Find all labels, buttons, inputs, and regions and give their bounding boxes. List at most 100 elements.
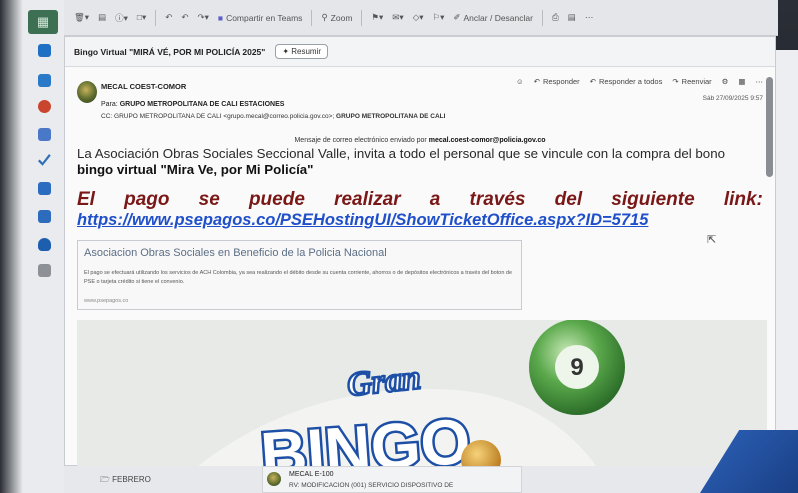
- mouse-cursor-icon: ⇱: [707, 234, 717, 246]
- bingo-banner-image: 9 Gran BINGO: [77, 320, 767, 467]
- cc-name[interactable]: GRUPO METROPOLITANA DE CALI: [336, 113, 445, 120]
- calendar-icon[interactable]: [38, 74, 51, 87]
- reply-all-icon[interactable]: ↶: [181, 12, 188, 23]
- categorize-icon[interactable]: ◇▾: [413, 12, 424, 23]
- cc-row: CC: GRUPO METROPOLITANA DE CALI <grupo.m…: [101, 113, 445, 120]
- toolbar-divider: [541, 9, 543, 26]
- bingo-banner-art: 9 Gran BINGO: [77, 320, 767, 467]
- preview-url: www.psepagos.co: [84, 298, 129, 304]
- message-actions: ☺ ↶ Responder ↶ Responder a todos ↷ Reenvia…: [516, 77, 763, 86]
- forward-arrow-icon: ↷: [672, 77, 679, 86]
- cc-address[interactable]: GRUPO METROPOLITANA DE CALI <grupo.mecal…: [114, 113, 334, 120]
- tag-icon[interactable]: ⚑▾: [371, 12, 383, 23]
- pin-button[interactable]: ✐ Anclar / Desanclar: [453, 12, 533, 23]
- payment-word: puede: [248, 189, 305, 210]
- payment-link[interactable]: https://www.psepagos.co/PSEHostingUI/Sho…: [77, 211, 648, 230]
- more-icon[interactable]: ⋯: [585, 12, 594, 23]
- forward-icon[interactable]: ↷▾: [198, 12, 209, 23]
- body-text: La Asociación Obras Sociales Seccional V…: [77, 146, 725, 161]
- to-row: Para: GRUPO METROPOLITANA DE CALI ESTACI…: [101, 101, 284, 108]
- sender-avatar[interactable]: [77, 81, 97, 103]
- emoji-icon[interactable]: ☺: [516, 77, 524, 86]
- archive-icon[interactable]: ▤: [98, 12, 106, 23]
- subject-bar: Bingo Virtual "MIRÁ VÉ, POR MI POLICÍA 2…: [65, 37, 775, 67]
- zoom-icon: ⚲: [321, 12, 328, 22]
- pin-icon: ✐: [453, 12, 461, 22]
- people-icon[interactable]: [38, 100, 51, 113]
- reply-icon[interactable]: ↶: [165, 12, 172, 23]
- teams-share-label: Compartir en Teams: [226, 12, 303, 23]
- zoom-button[interactable]: ⚲ Zoom: [321, 12, 352, 23]
- payment-word: pago: [124, 189, 170, 210]
- email-header: MECAL COEST-COMOR Para: GRUPO METROPOLIT…: [65, 67, 775, 137]
- list-item-preview: RV: MODIFICACION (001) SERVICIO DISPOSIT…: [289, 482, 454, 489]
- delete-icon[interactable]: 🗑▾: [74, 12, 89, 23]
- summarize-label: Resumir: [291, 47, 322, 56]
- view-icon[interactable]: ▤: [568, 12, 576, 23]
- email-date: Sáb 27/09/2025 9:57: [702, 95, 763, 102]
- sender-avatar: [267, 472, 281, 486]
- zoom-label: Zoom: [330, 12, 353, 23]
- summarize-button[interactable]: ✦ Resumir: [275, 44, 329, 59]
- link-preview-card[interactable]: Asociacion Obras Sociales en Beneficio d…: [77, 240, 522, 310]
- to-prefix: Para:: [101, 101, 118, 108]
- screen: ▦ 🗑▾ ▤ ⓘ▾ □▾ ↶ ↶ ↷▾ ■ Compartir en Teams …: [0, 0, 798, 493]
- toolbar-divider: [311, 9, 313, 26]
- settings-icon[interactable]: ⚙: [722, 77, 729, 86]
- reply-button[interactable]: ↶ Responder: [534, 77, 580, 86]
- bingo-ball-number: 9: [570, 354, 583, 381]
- mail-icon[interactable]: [38, 44, 51, 57]
- flag-icon[interactable]: ⚐▾: [433, 12, 445, 23]
- banner-gran-text: Gran: [345, 359, 422, 404]
- envelope-icon[interactable]: ✉▾: [392, 12, 403, 23]
- preview-title[interactable]: Asociacion Obras Sociales en Beneficio d…: [84, 247, 387, 259]
- payment-line: El pago se puede realizar a través del s…: [77, 189, 763, 211]
- folder-label: FEBRERO: [112, 475, 151, 484]
- vertical-scrollbar[interactable]: [766, 77, 773, 177]
- payment-word: realizar: [334, 189, 401, 210]
- folder-icon: 🗁: [100, 475, 110, 484]
- forward-button[interactable]: ↷ Reenviar: [672, 77, 711, 86]
- report-icon[interactable]: ⓘ▾: [115, 12, 128, 24]
- apps-grid-icon[interactable]: ▦: [28, 10, 58, 34]
- list-item-sender: MECAL E-100: [289, 471, 334, 478]
- payment-word: a: [429, 189, 441, 210]
- more-apps-icon[interactable]: [38, 264, 51, 277]
- teams-share-button[interactable]: ■ Compartir en Teams: [218, 13, 303, 23]
- toolbar: 🗑▾ ▤ ⓘ▾ □▾ ↶ ↶ ↷▾ ■ Compartir en Teams ⚲ Z…: [64, 0, 778, 36]
- reply-arrow-icon: ↶: [533, 77, 540, 86]
- payment-word: través: [469, 189, 526, 210]
- toolbar-divider: [361, 9, 363, 26]
- reply-all-label: Responder a todos: [598, 77, 663, 86]
- cc-prefix: CC:: [101, 113, 113, 120]
- cloud-icon[interactable]: [38, 238, 51, 251]
- print-icon[interactable]: ⎙: [552, 12, 559, 23]
- payment-word: link:: [723, 189, 763, 210]
- grid-icon[interactable]: ▦: [738, 77, 745, 86]
- preview-description: El pago se efectuará utilizando los serv…: [84, 270, 513, 285]
- reply-label: Responder: [542, 77, 580, 86]
- pin-label: Anclar / Desanclar: [463, 12, 533, 23]
- sent-via-notice: Mensaje de correo electrónico enviado po…: [65, 137, 775, 144]
- forward-label: Reenviar: [681, 77, 712, 86]
- org-chart-icon[interactable]: [38, 210, 51, 223]
- overflow-icon[interactable]: ⋯: [756, 77, 764, 86]
- groups-icon[interactable]: [38, 128, 51, 141]
- payment-word: siguiente: [611, 189, 695, 210]
- reading-pane: Bingo Virtual "MIRÁ VÉ, POR MI POLICÍA 2…: [64, 36, 776, 467]
- sent-via-prefix: Mensaje de correo electrónico enviado po…: [294, 137, 427, 144]
- files-icon[interactable]: [38, 182, 51, 195]
- reply-all-button[interactable]: ↶ Responder a todos: [590, 77, 663, 86]
- to-recipient[interactable]: GRUPO METROPOLITANA DE CALI ESTACIONES: [120, 101, 285, 108]
- body-bold-text: bingo virtual "Mira Ve, por Mi Policía": [77, 162, 314, 177]
- folder-febrero[interactable]: 🗁 FEBRERO: [100, 474, 151, 488]
- teams-icon: ■: [217, 12, 224, 23]
- move-icon[interactable]: □▾: [137, 12, 146, 23]
- payment-word: El: [77, 189, 95, 210]
- sent-via-address: mecal.coest-comor@policia.gov.co: [428, 137, 546, 144]
- tasks-icon[interactable]: [38, 154, 51, 166]
- payment-word: del: [554, 189, 583, 210]
- sender-name[interactable]: MECAL COEST-COMOR: [101, 82, 186, 91]
- message-list-item[interactable]: MECAL E-100 RV: MODIFICACION (001) SERVI…: [262, 466, 522, 493]
- body-paragraph: La Asociación Obras Sociales Seccional V…: [77, 146, 767, 178]
